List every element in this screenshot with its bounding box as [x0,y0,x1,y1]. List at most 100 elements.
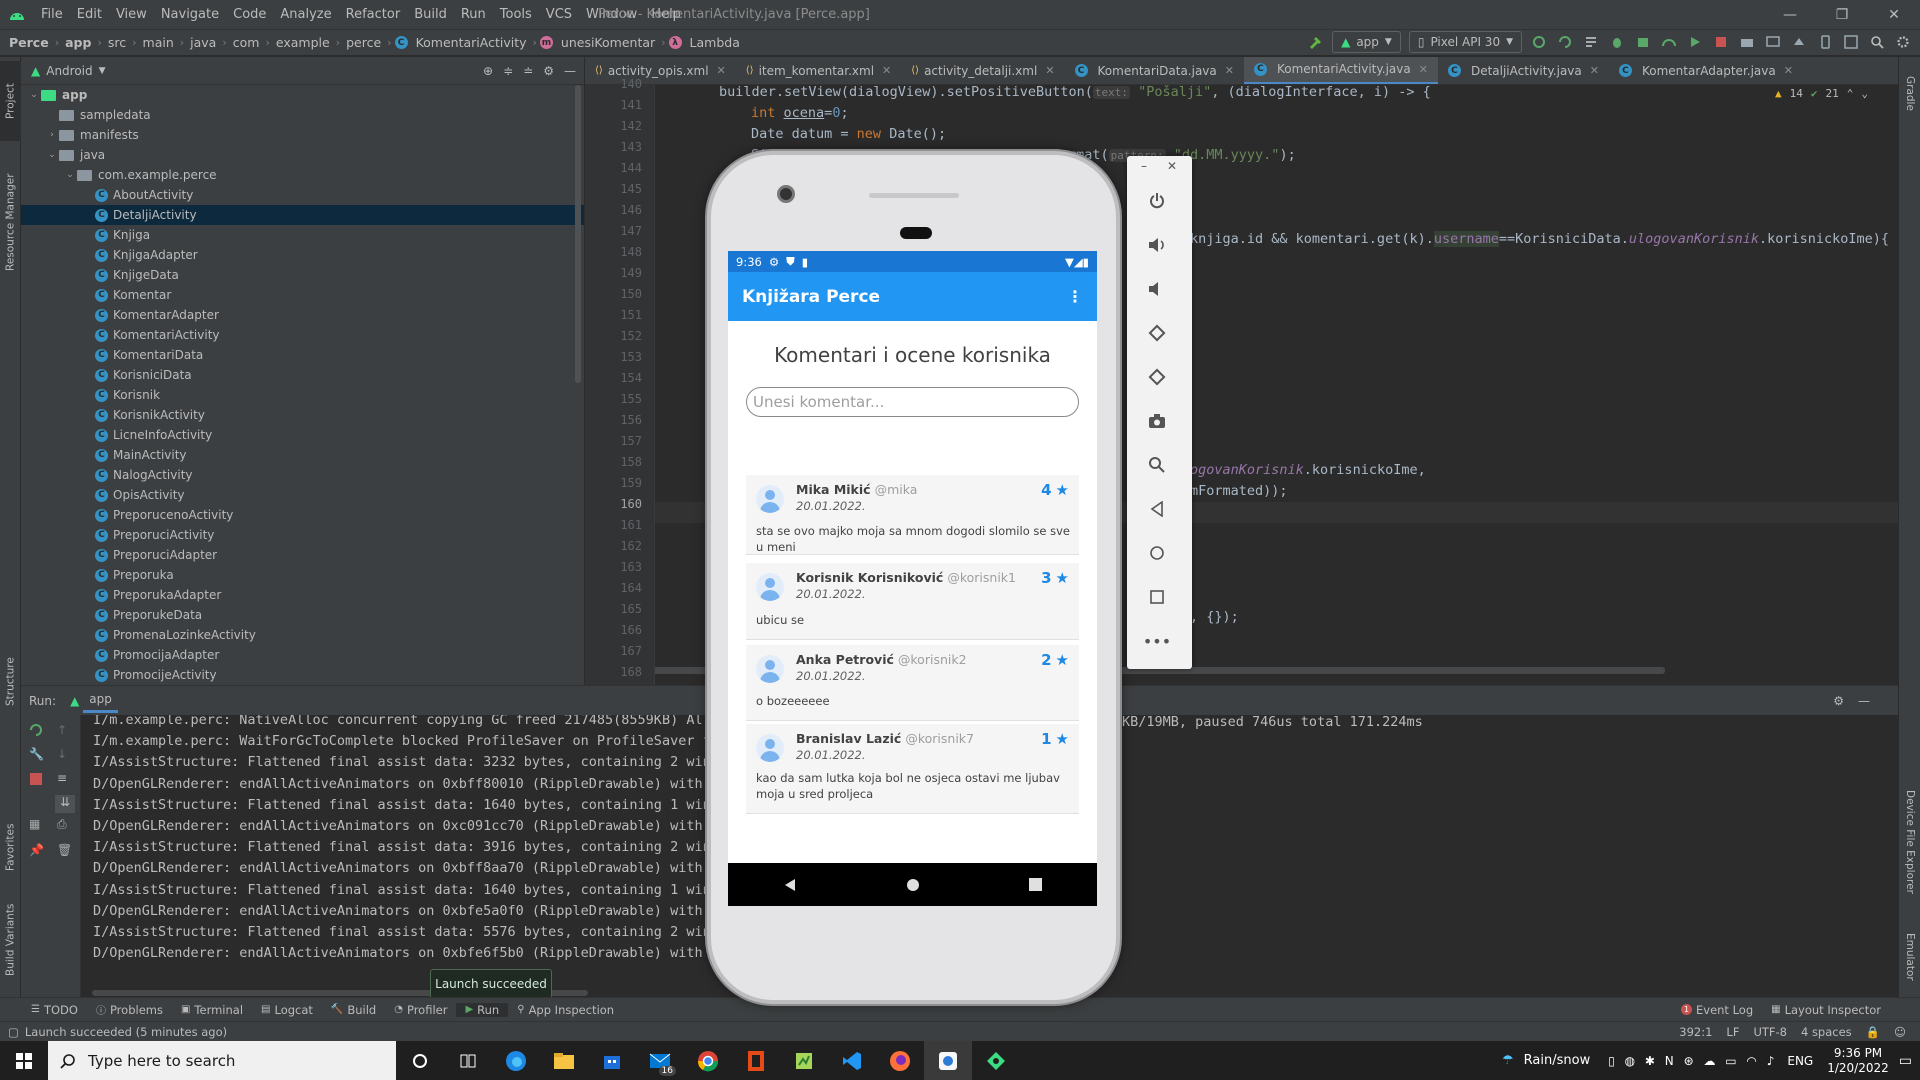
close-tab-icon[interactable]: ✕ [1784,64,1793,77]
home-nav-button[interactable] [906,878,920,892]
vscode-icon[interactable] [828,1041,876,1080]
breadcrumb-com[interactable]: com [230,35,263,50]
menu-edit[interactable]: Edit [70,0,109,30]
project-tree-item[interactable]: C KomentariData [21,345,584,365]
layout-icon[interactable]: ▦ [29,817,40,831]
trash-icon[interactable]: 🗑 [57,843,72,857]
project-tree-item[interactable]: C PreporucenoActivity [21,505,584,525]
avd-manager-icon[interactable] [1762,31,1784,53]
close-window-button[interactable]: ✕ [1868,0,1920,30]
settings-gear-icon[interactable] [1892,31,1914,53]
project-tree-item[interactable]: C AboutActivity [21,185,584,205]
zoom-icon[interactable] [1142,450,1172,480]
breadcrumb-project[interactable]: Perce [6,35,52,50]
more-options-icon[interactable]: ••• [1142,626,1172,656]
emu-home-icon[interactable] [1142,538,1172,568]
project-tree-item[interactable]: C PromocijeActivity [21,665,584,685]
project-tree-item[interactable]: › manifests [21,125,584,145]
breadcrumb-lambda[interactable]: Lambda [687,35,743,50]
pin-icon[interactable]: 📌 [29,843,44,857]
project-tree-item[interactable]: ⌄ com.example.perce [21,165,584,185]
emu-overview-icon[interactable] [1142,582,1172,612]
close-tab-icon[interactable]: ✕ [1590,64,1599,77]
menu-file[interactable]: File [34,0,70,30]
menu-code[interactable]: Code [226,0,273,30]
rotate-right-icon[interactable] [1142,362,1172,392]
apply-changes-icon[interactable] [1554,31,1576,53]
clock-time[interactable]: 9:36 PM [1827,1046,1889,1061]
logcat-tab[interactable]: ▤ Logcat [252,1003,322,1017]
project-tree-item[interactable]: sampledata [21,105,584,125]
menu-analyze[interactable]: Analyze [273,0,338,30]
project-tree-item[interactable]: C OpisActivity [21,485,584,505]
event-face-icon[interactable]: ☺ [1894,1025,1906,1039]
terminal-tab[interactable]: ▣ Terminal [172,1003,252,1017]
breadcrumb-perce[interactable]: perce [343,35,384,50]
hammer-icon[interactable] [1304,31,1326,53]
rerun-app-icon[interactable] [29,723,43,737]
wrench-icon[interactable]: 🔧 [29,747,44,761]
volume-down-icon[interactable] [1142,274,1172,304]
file-explorer-icon[interactable] [540,1041,588,1080]
close-tab-icon[interactable]: ✕ [717,64,726,77]
phone-screen[interactable]: 9:36 ⚙ ⛊ ▮ ▼◢▮ Knjižara Perce ⋮ Komentar… [728,251,1097,906]
store-icon[interactable] [588,1041,636,1080]
close-tab-icon[interactable]: ✕ [882,64,891,77]
breadcrumb-class[interactable]: KomentariActivity [413,35,530,50]
breadcrumb-main[interactable]: main [140,35,177,50]
editor-tab[interactable]: C KomentariActivity.java ✕ [1243,57,1438,84]
todo-tab[interactable]: ☰ TODO [22,1003,87,1017]
project-tree-item[interactable]: C PreporuciActivity [21,525,584,545]
project-tree-item[interactable]: C PromenaLozinkeActivity [21,625,584,645]
project-tool-tab[interactable]: Project [0,61,21,141]
menu-navigate[interactable]: Navigate [154,0,226,30]
project-tree-item[interactable]: C LicneInfoActivity [21,425,584,445]
attach-debugger-icon[interactable] [1632,31,1654,53]
chevron-down-icon[interactable]: ⌄ [45,150,59,160]
expand-all-icon[interactable]: ≑ [503,64,513,78]
project-tree-item[interactable]: C NalogActivity [21,465,584,485]
profiler-tab[interactable]: ◔ Profiler [385,1003,456,1017]
menu-refactor[interactable]: Refactor [339,0,408,30]
stop-app-icon[interactable] [30,773,42,785]
project-tree-item[interactable]: C PreporukeData [21,605,584,625]
editor-tab[interactable]: ⟨⟩ activity_detalji.xml ✕ [901,57,1064,84]
layout-inspector-icon[interactable] [1840,31,1862,53]
project-tree-item[interactable]: C PromocijaAdapter [21,645,584,665]
back-nav-button[interactable] [783,878,797,892]
project-tree-item[interactable]: C KorisniciData [21,365,584,385]
breadcrumb-java[interactable]: java [187,35,219,50]
office-icon[interactable] [732,1041,780,1080]
caret-position[interactable]: 392:1 [1679,1025,1712,1039]
weather-icon[interactable]: ☂ [1502,1053,1514,1068]
run-config-select[interactable]: ▲ app ▼ [1332,31,1401,53]
stop-icon[interactable] [1710,31,1732,53]
clock-date[interactable]: 1/20/2022 [1827,1061,1889,1076]
apply-code-changes-icon[interactable] [1580,31,1602,53]
locate-icon[interactable]: ⊕ [483,64,493,78]
restore-button[interactable]: ❐ [1816,0,1868,30]
overflow-menu-icon[interactable]: ⋮ [1067,287,1083,306]
problems-tab[interactable]: ⓘ Problems [87,1002,172,1018]
soft-wrap-icon[interactable]: ≡ [57,771,67,785]
resource-manager-tab[interactable]: Resource Manager [0,147,21,297]
screenshot-camera-icon[interactable] [1142,406,1172,436]
minimize-button[interactable]: — [1764,0,1816,30]
menu-vcs[interactable]: VCS [539,0,579,30]
chevron-right-icon[interactable]: › [45,130,59,140]
chrome-icon[interactable] [684,1041,732,1080]
breadcrumb-module[interactable]: app [62,35,94,50]
project-scrollbar[interactable] [575,85,581,383]
breadcrumb-example[interactable]: example [273,35,333,50]
menu-tools[interactable]: Tools [493,0,539,30]
comment-input[interactable]: Unesi komentar... [746,387,1079,417]
project-tree-item[interactable]: C KomentariActivity [21,325,584,345]
project-tree-item[interactable]: C Knjiga [21,225,584,245]
editor-tab[interactable]: C DetaljiActivity.java ✕ [1438,57,1609,84]
favorites-tab[interactable]: Favorites [0,807,21,887]
weather-text[interactable]: Rain/snow [1524,1053,1591,1068]
project-tree-item[interactable]: C Preporuka [21,565,584,585]
language-indicator[interactable]: ENG [1787,1054,1813,1068]
search-everywhere-icon[interactable] [1866,31,1888,53]
notification-icon[interactable]: ▭ [1899,1053,1912,1069]
